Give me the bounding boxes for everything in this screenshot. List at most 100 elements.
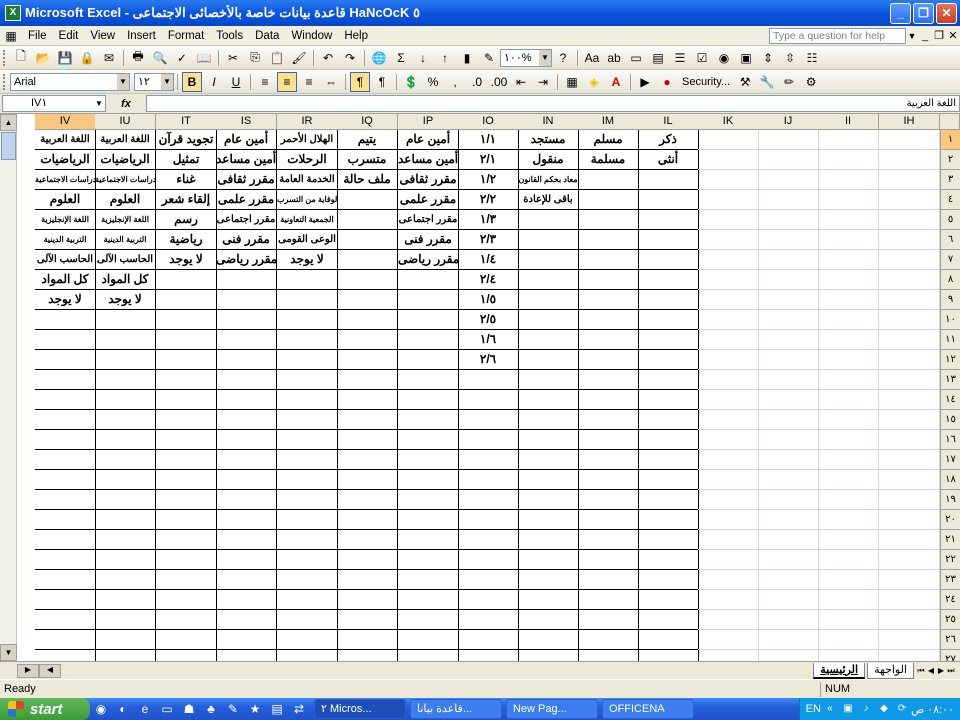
cell-empty[interactable] bbox=[458, 470, 519, 490]
cell-it[interactable]: تجويد قرآن bbox=[156, 130, 217, 150]
tree-icon[interactable]: ♣ bbox=[203, 701, 219, 717]
row-header[interactable]: ٢٦ bbox=[940, 630, 960, 650]
language-indicator[interactable]: EN bbox=[806, 703, 821, 715]
cell-empty[interactable] bbox=[879, 650, 940, 661]
menu-tools[interactable]: Tools bbox=[210, 30, 249, 42]
column-header-ir[interactable]: IR bbox=[277, 114, 338, 130]
cell-empty[interactable] bbox=[277, 550, 338, 570]
cell-empty[interactable] bbox=[458, 510, 519, 530]
cell-empty[interactable] bbox=[698, 570, 759, 590]
cell-empty[interactable] bbox=[638, 190, 699, 210]
cell-empty[interactable] bbox=[35, 610, 96, 630]
button-control-icon[interactable]: ▭ bbox=[626, 48, 646, 68]
row-header[interactable]: ١٠ bbox=[940, 310, 960, 330]
cell-empty[interactable] bbox=[458, 590, 519, 610]
increase-indent-icon[interactable]: ⇥ bbox=[533, 72, 553, 92]
cell-empty[interactable] bbox=[35, 490, 96, 510]
cell-empty[interactable] bbox=[337, 210, 398, 230]
copy-icon[interactable]: ⎘ bbox=[245, 48, 265, 68]
cell-il[interactable]: ذكر bbox=[638, 130, 699, 150]
column-header-ik[interactable]: IK bbox=[698, 114, 759, 130]
cell-empty[interactable] bbox=[638, 210, 699, 230]
cell-empty[interactable] bbox=[216, 530, 277, 550]
cell-empty[interactable] bbox=[698, 630, 759, 650]
row-header[interactable]: ٣ bbox=[940, 170, 960, 190]
paint-icon[interactable]: ✎ bbox=[225, 701, 241, 717]
cell-empty[interactable] bbox=[95, 650, 156, 661]
cell-ip[interactable]: مقرر رياضى bbox=[398, 250, 459, 270]
cell-iu[interactable]: الرياضيات bbox=[95, 150, 156, 170]
cell-empty[interactable] bbox=[458, 610, 519, 630]
column-header-ip[interactable]: IP bbox=[398, 114, 459, 130]
cell-empty[interactable] bbox=[638, 230, 699, 250]
cell-empty[interactable] bbox=[337, 490, 398, 510]
cell-empty[interactable] bbox=[518, 530, 579, 550]
cell-iv[interactable]: الحاسب الآلى bbox=[35, 250, 96, 270]
cell-empty[interactable] bbox=[698, 490, 759, 510]
formula-input[interactable]: اللغة العربية bbox=[146, 95, 960, 112]
cell-empty[interactable] bbox=[879, 530, 940, 550]
cell-iu[interactable]: التربية الدينية bbox=[95, 230, 156, 250]
cell-ir[interactable]: الجمعية التعاونية bbox=[277, 210, 338, 230]
cell-empty[interactable] bbox=[156, 570, 217, 590]
chevron-down-icon[interactable]: ▼ bbox=[539, 49, 551, 66]
cell-iu[interactable]: العلوم bbox=[95, 190, 156, 210]
menu-data[interactable]: Data bbox=[249, 30, 285, 42]
cell-empty[interactable] bbox=[638, 590, 699, 610]
cell-empty[interactable] bbox=[758, 150, 819, 170]
desktop-icon[interactable]: ▭ bbox=[159, 701, 175, 717]
cell-empty[interactable] bbox=[758, 530, 819, 550]
toolbar-grip[interactable] bbox=[3, 73, 7, 90]
groupbox-control-icon[interactable]: ▣ bbox=[736, 48, 756, 68]
cell-it[interactable]: تمثيل bbox=[156, 150, 217, 170]
folder-icon[interactable]: ▤ bbox=[269, 701, 285, 717]
cell-ir[interactable]: لا يوجد bbox=[277, 250, 338, 270]
cell-io[interactable]: ١/٣ bbox=[458, 210, 519, 230]
cell-empty[interactable] bbox=[879, 130, 940, 150]
cell-empty[interactable] bbox=[216, 610, 277, 630]
cell-empty[interactable] bbox=[337, 310, 398, 330]
cell-empty[interactable] bbox=[758, 430, 819, 450]
cell-empty[interactable] bbox=[758, 610, 819, 630]
cell-empty[interactable] bbox=[518, 550, 579, 570]
cell-empty[interactable] bbox=[879, 490, 940, 510]
cell-iv[interactable]: لا يوجد bbox=[35, 290, 96, 310]
cell-empty[interactable] bbox=[156, 450, 217, 470]
properties-icon[interactable]: ☷ bbox=[802, 48, 822, 68]
cell-ip[interactable]: مقرر ثقافى bbox=[398, 170, 459, 190]
cell-is[interactable]: أمين عام bbox=[216, 130, 277, 150]
comma-style-icon[interactable]: , bbox=[445, 72, 465, 92]
cell-ip[interactable]: مقرر علمى bbox=[398, 190, 459, 210]
cell-empty[interactable] bbox=[35, 550, 96, 570]
cell-empty[interactable] bbox=[95, 530, 156, 550]
cell-empty[interactable] bbox=[398, 530, 459, 550]
rtl-icon[interactable]: ¶ bbox=[350, 71, 370, 92]
cell-empty[interactable] bbox=[337, 410, 398, 430]
cell-empty[interactable] bbox=[879, 450, 940, 470]
font-color-icon[interactable]: A bbox=[606, 72, 626, 92]
cell-empty[interactable] bbox=[458, 550, 519, 570]
cell-empty[interactable] bbox=[35, 350, 96, 370]
column-header-ij[interactable]: IJ bbox=[758, 114, 819, 130]
row-header[interactable]: ٢٤ bbox=[940, 590, 960, 610]
cell-empty[interactable] bbox=[638, 570, 699, 590]
visual-basic-icon[interactable]: ⚒ bbox=[735, 72, 755, 92]
cell-empty[interactable] bbox=[578, 170, 639, 190]
cell-empty[interactable] bbox=[277, 470, 338, 490]
cell-empty[interactable] bbox=[758, 310, 819, 330]
cell-empty[interactable] bbox=[398, 590, 459, 610]
cell-empty[interactable] bbox=[398, 430, 459, 450]
cell-empty[interactable] bbox=[818, 630, 879, 650]
cell-empty[interactable] bbox=[337, 530, 398, 550]
redo-icon[interactable]: ↷ bbox=[340, 48, 360, 68]
cell-empty[interactable] bbox=[879, 250, 940, 270]
cell-empty[interactable] bbox=[879, 570, 940, 590]
cell-empty[interactable] bbox=[216, 310, 277, 330]
cell-empty[interactable] bbox=[216, 290, 277, 310]
cell-empty[interactable] bbox=[398, 550, 459, 570]
cell-empty[interactable] bbox=[458, 430, 519, 450]
cell-empty[interactable] bbox=[337, 450, 398, 470]
text-direction-icon[interactable]: Aa bbox=[582, 48, 602, 68]
decrease-decimal-icon[interactable]: .00 bbox=[489, 72, 509, 92]
font-select[interactable]: Arial ▼ bbox=[10, 72, 130, 91]
